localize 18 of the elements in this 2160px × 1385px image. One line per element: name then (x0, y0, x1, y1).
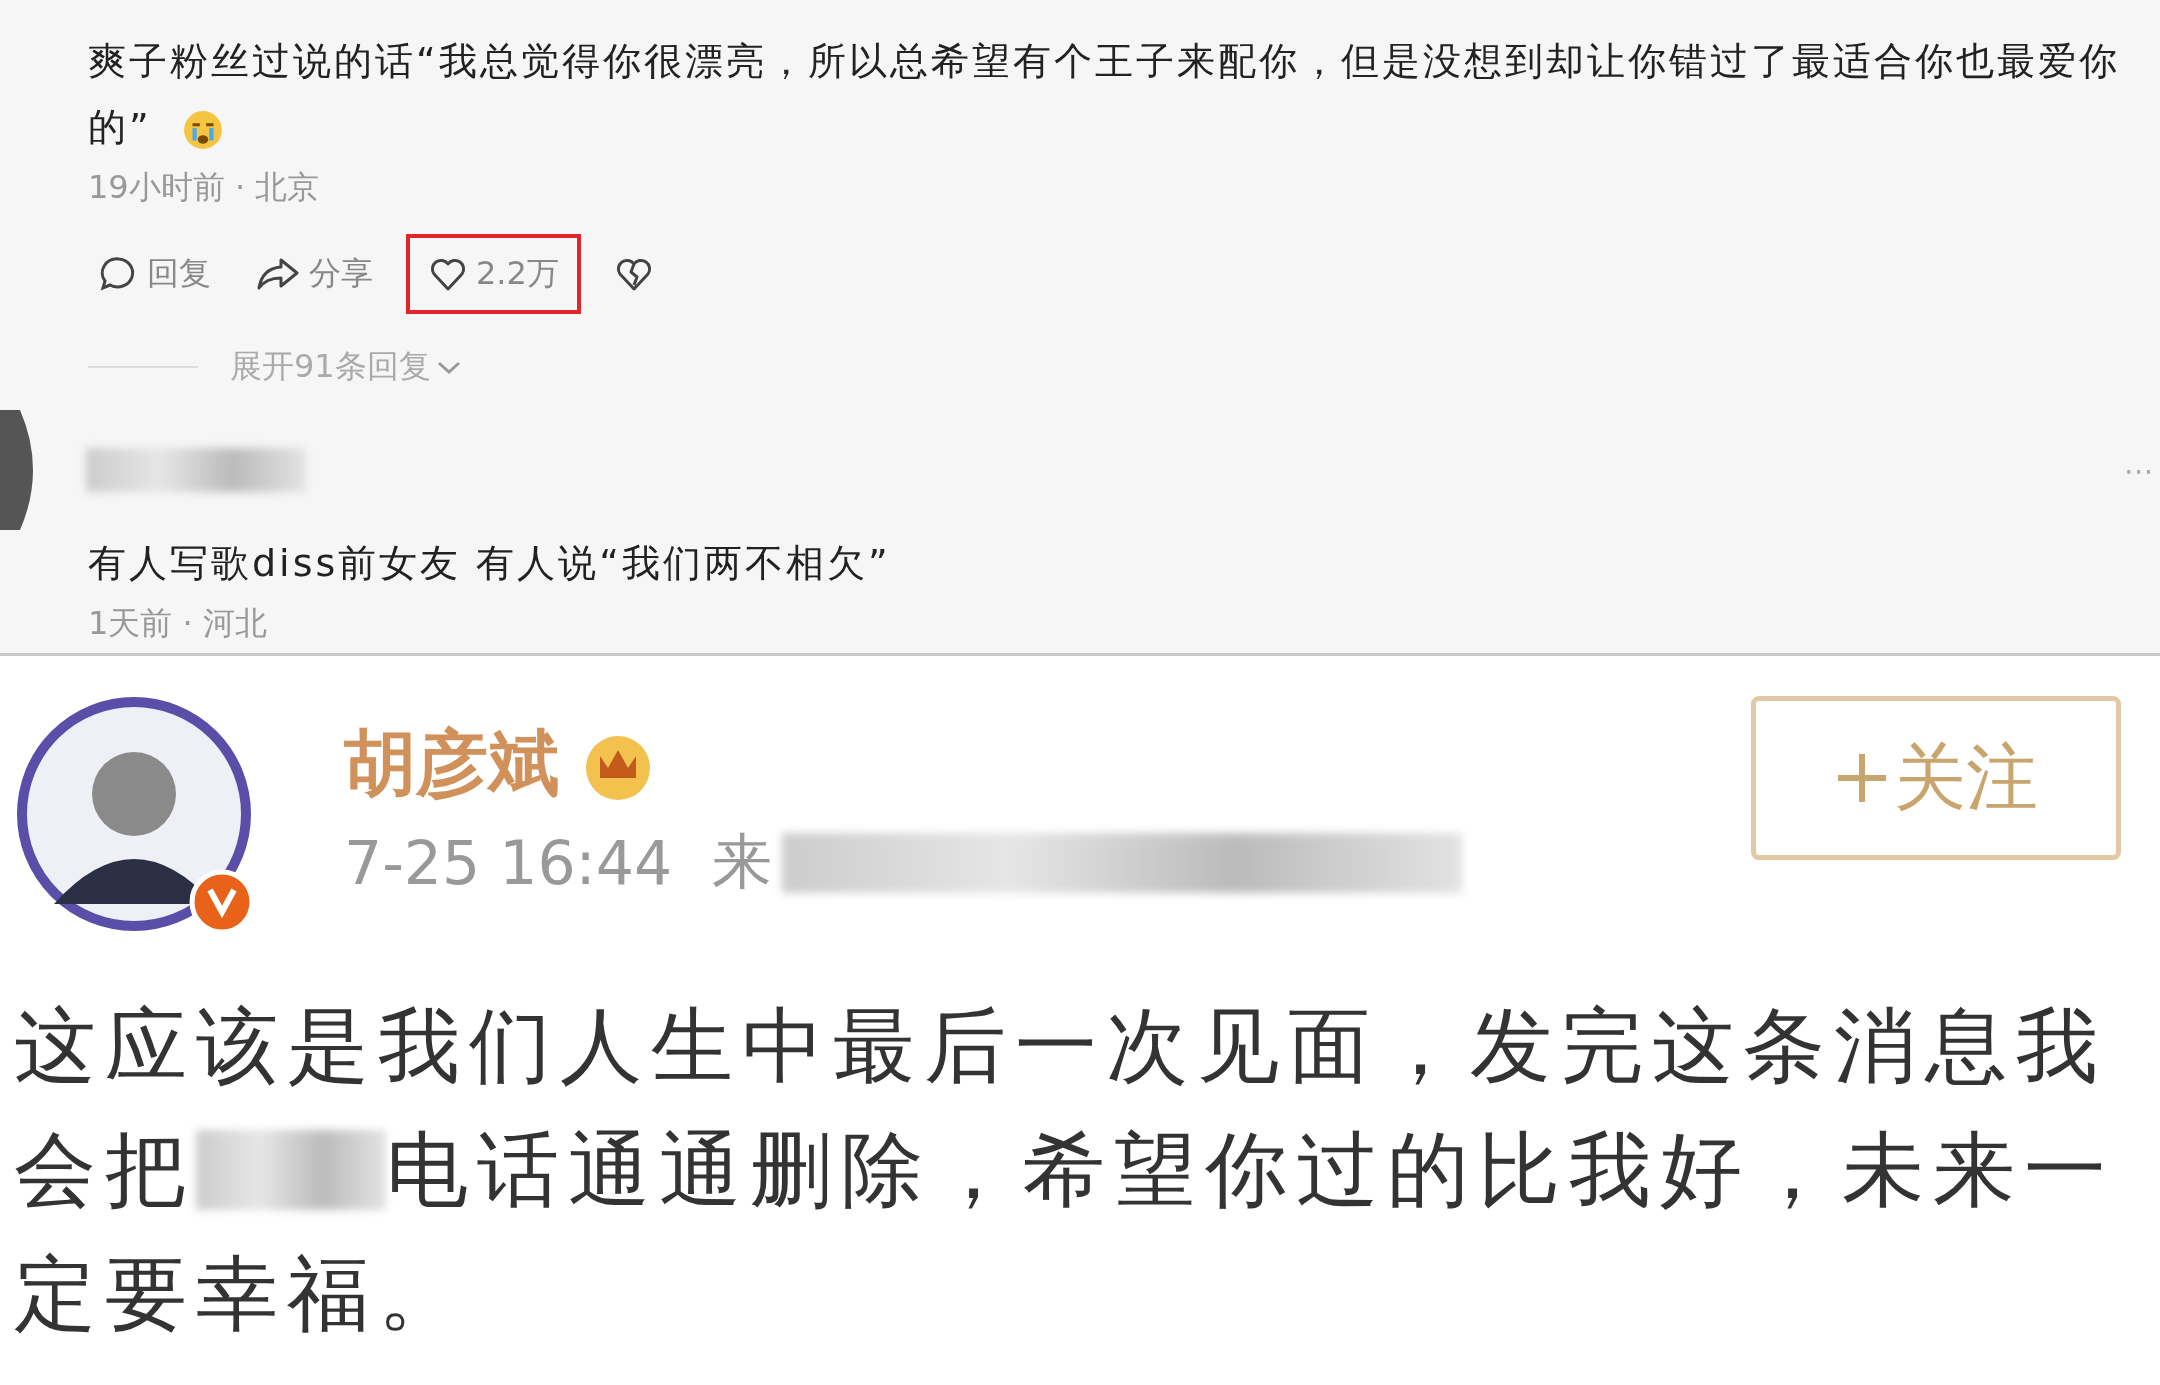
user-name[interactable]: 胡彦斌 (344, 716, 560, 812)
action-button[interactable]: 分享 (244, 239, 384, 309)
post-text: 电话通通删除，希望你过的比我好，未来一 (386, 1121, 2115, 1219)
comment-meta: 19小时前 · 北京 (88, 167, 321, 208)
comment-text: 爽子粉丝过说的话“我总觉得你很漂亮，所以总希望有个王子来配你，但是没想到却让你错过了最适合你也最爱你的” (88, 38, 2121, 153)
comment-text: 有人写歌diss前女友 有人说“我们两不相欠” (88, 540, 892, 587)
post-text: 定要幸福。 (14, 1245, 469, 1343)
action-button[interactable]: 2.2万 (406, 234, 581, 314)
post-text: 这应该是我们人生中最后一次见面，发完这条消息我 (14, 997, 2107, 1095)
more-icon[interactable]: ⋯ (2124, 452, 2154, 488)
action-button[interactable]: 回复 (88, 239, 222, 309)
follow-button[interactable]: 关注 (1751, 696, 2121, 860)
post-time: 7-25 16:44 (344, 827, 673, 898)
post-source: 来 (712, 825, 773, 898)
post-text: 会把 (14, 1121, 196, 1219)
comment-meta: 1天前 · 河北 (88, 603, 268, 644)
expand-replies-link[interactable]: 展开91条回复 (224, 344, 469, 390)
crying-face-icon (181, 108, 224, 151)
